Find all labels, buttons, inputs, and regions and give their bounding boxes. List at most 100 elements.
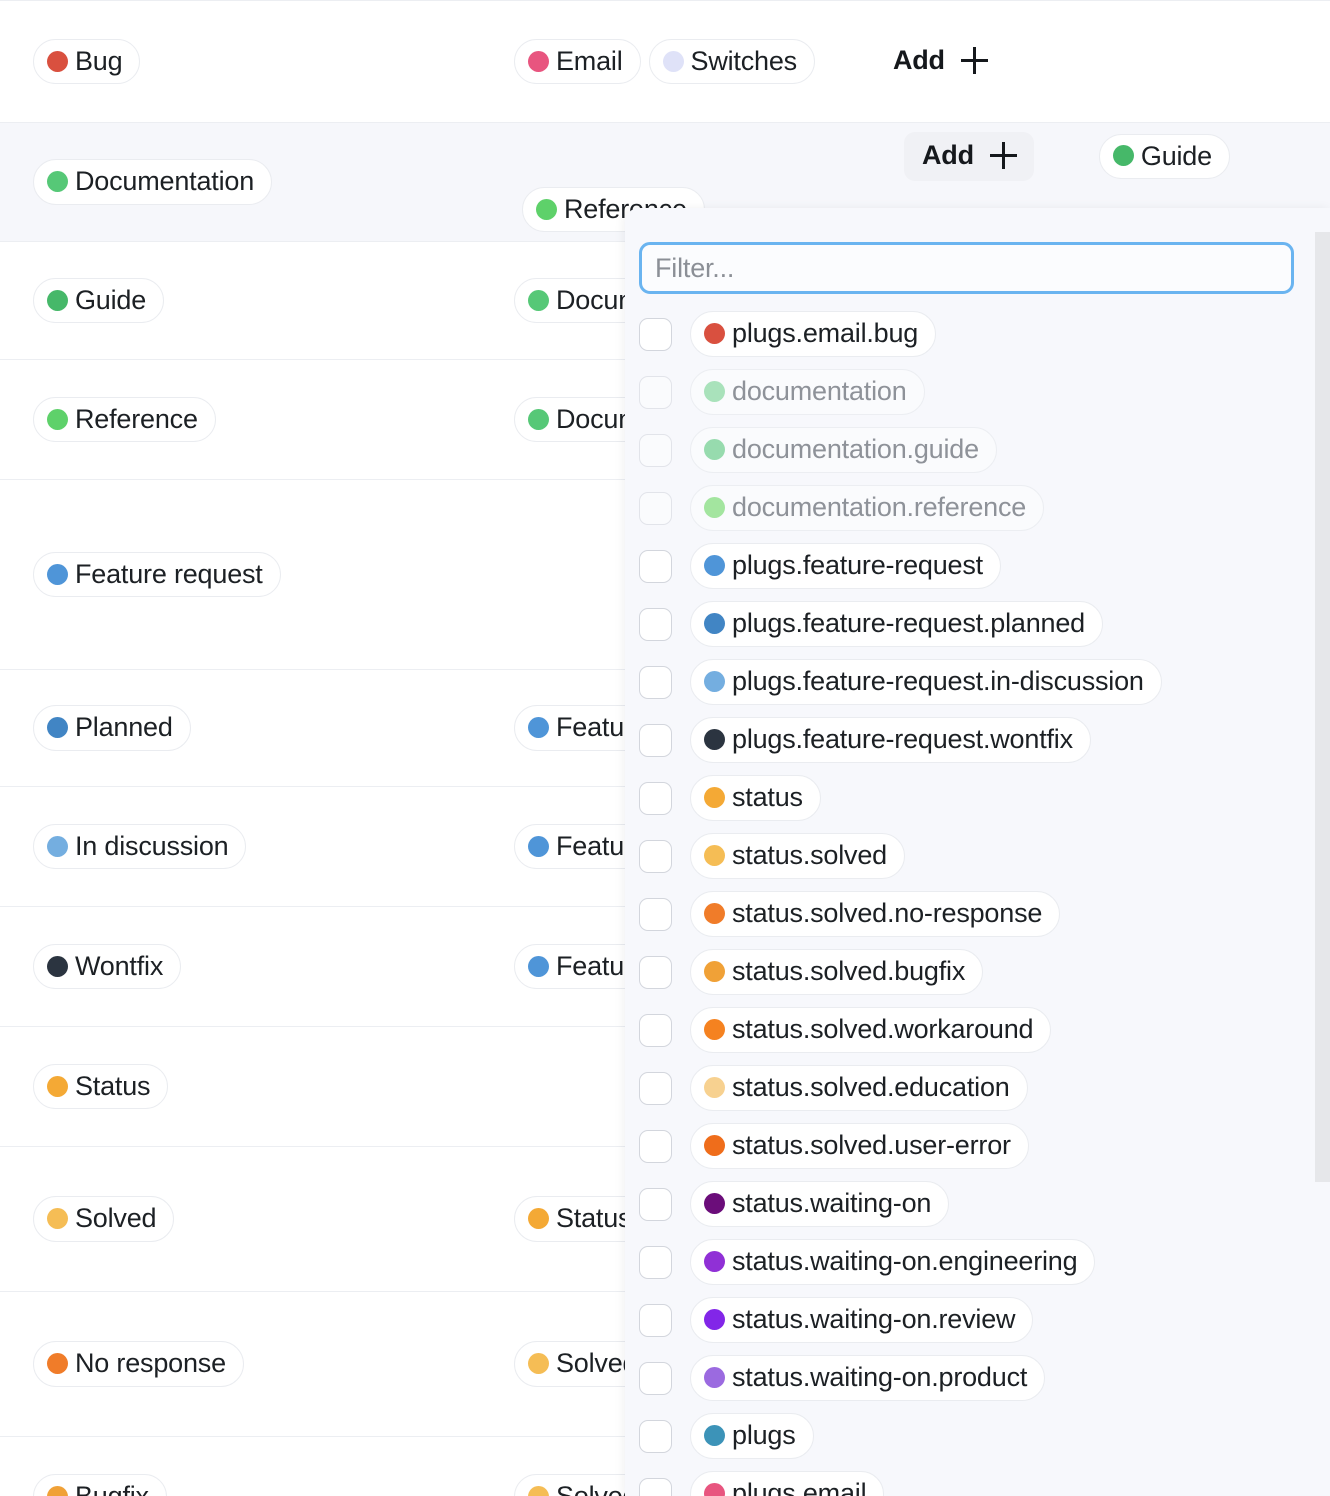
tag-option-row[interactable]: documentation.guide (639, 421, 1330, 479)
tag-option-row[interactable]: status (639, 769, 1330, 827)
add-tag-label: Add (922, 139, 974, 170)
tag-pill[interactable]: Planned (33, 705, 191, 751)
tag-pill[interactable]: status.solved.bugfix (690, 949, 984, 995)
tag-option-row[interactable]: plugs (639, 1407, 1330, 1465)
tag-option-checkbox[interactable] (639, 1245, 672, 1279)
tag-pill[interactable]: Bugfix (33, 1473, 167, 1496)
tag-option-checkbox[interactable] (639, 1477, 672, 1496)
add-tag-button[interactable]: Add (875, 37, 1005, 86)
tag-option-checkbox[interactable] (639, 375, 672, 409)
tag-pill[interactable]: Email (514, 38, 641, 85)
tag-option-row[interactable]: status.waiting-on.product (639, 1349, 1330, 1407)
dropdown-scrollbar-thumb[interactable] (1315, 232, 1330, 1182)
tag-pill[interactable]: In discussion (33, 823, 247, 870)
dropdown-scrollbar-track[interactable] (1315, 208, 1330, 1496)
tag-pill[interactable]: status.solved.workaround (690, 1007, 1052, 1053)
tag-option-checkbox[interactable] (639, 1361, 672, 1395)
tag-color-dot-icon (528, 717, 549, 738)
tag-pill[interactable]: plugs.feature-request.planned (690, 601, 1103, 647)
tag-pill[interactable]: status (690, 775, 821, 821)
tag-pill[interactable]: documentation (690, 369, 925, 415)
tag-option-row[interactable]: status.waiting-on.review (639, 1291, 1330, 1349)
tag-option-row[interactable]: status.solved.bugfix (639, 943, 1330, 1001)
tag-pill[interactable]: status.solved.user-error (690, 1123, 1029, 1169)
filter-input[interactable] (639, 242, 1294, 294)
tag-pill[interactable]: status.waiting-on.engineering (690, 1239, 1096, 1285)
tag-option-row[interactable]: plugs.email.bug (639, 305, 1330, 363)
tag-pill[interactable]: plugs.email.bug (690, 311, 937, 357)
tag-pill[interactable]: status.solved (690, 833, 905, 879)
tag-pill[interactable]: Documentation (33, 159, 273, 205)
tag-option-checkbox[interactable] (639, 897, 672, 931)
tag-option-row[interactable]: status.solved.no-response (639, 885, 1330, 943)
tag-option-checkbox[interactable] (639, 1013, 672, 1047)
tag-color-dot-icon (704, 555, 725, 576)
tag-pill[interactable]: No response (33, 1341, 244, 1387)
tag-option-row[interactable]: status.waiting-on.engineering (639, 1233, 1330, 1291)
tag-pill-label: Bugfix (75, 1480, 149, 1496)
tag-pill[interactable]: plugs.feature-request (690, 543, 1001, 589)
tag-pill[interactable]: documentation.guide (690, 427, 997, 473)
tag-option-checkbox[interactable] (639, 1071, 672, 1105)
tag-color-dot-icon (47, 835, 68, 857)
tag-pill[interactable]: status.waiting-on.review (690, 1297, 1034, 1343)
tag-pill-label: Guide (75, 284, 147, 315)
tag-option-row[interactable]: plugs.feature-request.wontfix (639, 711, 1330, 769)
tag-pill[interactable]: Guide (33, 277, 165, 324)
tag-pill[interactable]: status.solved.education (690, 1065, 1028, 1111)
tag-option-row[interactable]: plugs.feature-request.planned (639, 595, 1330, 653)
tag-picker-dropdown[interactable]: plugs.email.bug documentation documentatio… (625, 208, 1330, 1496)
tag-option-checkbox[interactable] (639, 549, 672, 583)
tag-color-dot-icon (704, 729, 725, 750)
tag-option-row[interactable]: documentation (639, 363, 1330, 421)
tag-option-checkbox[interactable] (639, 839, 672, 873)
tag-option-checkbox[interactable] (639, 317, 672, 351)
tag-option-row[interactable]: plugs.feature-request.in-discussion (639, 653, 1330, 711)
tag-option-checkbox[interactable] (639, 955, 672, 989)
tag-option-row[interactable]: documentation.reference (639, 479, 1330, 537)
filter-row (625, 208, 1330, 294)
tag-option-checkbox[interactable] (639, 723, 672, 757)
table-row[interactable]: Bug Email Switches Add (0, 0, 1330, 122)
tag-option-row[interactable]: status.solved.user-error (639, 1117, 1330, 1175)
tag-pill[interactable]: plugs.feature-request.wontfix (690, 717, 1091, 763)
tag-option-checkbox[interactable] (639, 781, 672, 815)
tag-color-dot-icon (704, 845, 725, 866)
tag-pill[interactable]: Guide (1098, 133, 1230, 179)
tag-pill[interactable]: status.solved.no-response (690, 891, 1061, 937)
primary-tag-cell: Bug (0, 38, 514, 85)
tag-pill[interactable]: Reference (33, 396, 216, 443)
tag-pill[interactable]: Bug (33, 38, 141, 85)
tag-option-checkbox[interactable] (639, 491, 672, 525)
tag-pill-label: Switches (690, 45, 798, 76)
tag-option-row[interactable]: plugs.feature-request (639, 537, 1330, 595)
tag-option-checkbox[interactable] (639, 1129, 672, 1163)
tag-pill-label: Reference (75, 403, 198, 434)
add-tag-button[interactable]: Add (904, 131, 1034, 181)
tag-option-checkbox[interactable] (639, 1419, 672, 1453)
tag-pill[interactable]: Solved (33, 1196, 175, 1242)
tag-color-dot-icon (528, 835, 549, 857)
tag-option-row[interactable]: plugs.email (639, 1465, 1330, 1496)
tag-pill[interactable]: plugs.email (690, 1471, 885, 1496)
tag-option-row[interactable]: status.waiting-on (639, 1175, 1330, 1233)
tag-option-checkbox[interactable] (639, 433, 672, 467)
tag-pill[interactable]: Switches (648, 38, 815, 85)
tag-option-row[interactable]: status.solved.education (639, 1059, 1330, 1117)
tag-option-row[interactable]: status.solved (639, 827, 1330, 885)
tag-option-checkbox[interactable] (639, 607, 672, 641)
tag-pill[interactable]: status.waiting-on (690, 1181, 950, 1227)
tag-pill[interactable]: Status (33, 1063, 169, 1110)
tag-option-checkbox[interactable] (639, 665, 672, 699)
primary-tag-cell: Solved (0, 1196, 514, 1242)
tag-pill[interactable]: status.waiting-on.product (690, 1355, 1046, 1401)
tag-pill[interactable]: documentation.reference (690, 485, 1045, 531)
tag-pill[interactable]: plugs.feature-request.in-discussion (690, 659, 1162, 705)
tag-option-checkbox[interactable] (639, 1187, 672, 1221)
tag-option-checkbox[interactable] (639, 1303, 672, 1337)
tag-pill-label: plugs.feature-request.wontfix (732, 724, 1073, 755)
tag-option-row[interactable]: status.solved.workaround (639, 1001, 1330, 1059)
tag-pill[interactable]: Feature request (33, 551, 281, 598)
tag-pill[interactable]: plugs (690, 1413, 814, 1459)
tag-pill[interactable]: Wontfix (33, 943, 182, 990)
